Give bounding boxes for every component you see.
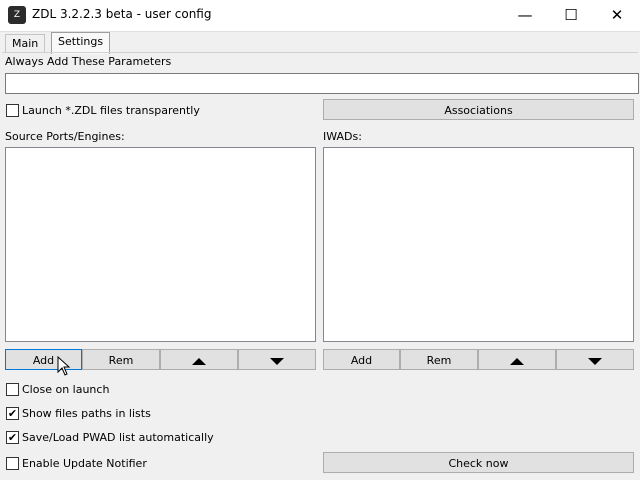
iwads-move-down-button[interactable]: [556, 349, 634, 370]
source-ports-label: Source Ports/Engines:: [5, 130, 125, 143]
iwads-rem-button[interactable]: Rem: [400, 349, 478, 370]
close-icon: ✕: [610, 6, 624, 24]
minimize-button[interactable]: —: [502, 0, 548, 31]
mouse-cursor-icon: [57, 356, 71, 376]
arrow-up-icon: [192, 357, 206, 365]
show-paths-checkbox[interactable]: ✔: [6, 407, 19, 420]
tab-main[interactable]: Main: [5, 34, 46, 53]
show-paths-label: Show files paths in lists: [22, 407, 151, 420]
zdl-app-icon: Z: [8, 6, 26, 24]
save-load-pwad-checkbox[interactable]: ✔: [6, 431, 19, 444]
save-load-pwad-label: Save/Load PWAD list automatically: [22, 431, 214, 444]
close-on-launch-label: Close on launch: [22, 383, 110, 396]
always-add-input[interactable]: [5, 73, 639, 94]
close-button[interactable]: ✕: [594, 0, 640, 31]
maximize-button[interactable]: ☐: [548, 0, 594, 31]
arrow-down-icon: [588, 357, 602, 365]
arrow-up-icon: [510, 357, 524, 365]
launch-transparent-checkbox[interactable]: [6, 104, 19, 117]
source-ports-rem-button[interactable]: Rem: [82, 349, 160, 370]
check-mark-icon: ✔: [7, 407, 18, 420]
maximize-icon: ☐: [564, 6, 578, 24]
tab-divider: [2, 52, 638, 53]
window-title: ZDL 3.2.2.3 beta - user config: [32, 7, 212, 21]
update-notifier-label: Enable Update Notifier: [22, 457, 147, 470]
launch-transparent-label: Launch *.ZDL files transparently: [22, 104, 200, 117]
update-notifier-checkbox[interactable]: [6, 457, 19, 470]
check-mark-icon: ✔: [7, 431, 18, 444]
iwads-move-up-button[interactable]: [478, 349, 556, 370]
source-ports-list[interactable]: [5, 147, 316, 342]
source-ports-move-up-button[interactable]: [160, 349, 238, 370]
check-now-button[interactable]: Check now: [323, 452, 634, 473]
iwads-add-button[interactable]: Add: [323, 349, 400, 370]
title-bar[interactable]: Z ZDL 3.2.2.3 beta - user config — ☐ ✕: [0, 0, 640, 32]
source-ports-move-down-button[interactable]: [238, 349, 316, 370]
tab-settings[interactable]: Settings: [51, 32, 111, 54]
iwads-list[interactable]: [323, 147, 634, 342]
always-add-label: Always Add These Parameters: [5, 55, 172, 68]
iwads-label: IWADs:: [323, 130, 362, 143]
associations-button[interactable]: Associations: [323, 99, 634, 120]
arrow-down-icon: [270, 357, 284, 365]
tab-strip: Main Settings: [0, 31, 640, 54]
close-on-launch-checkbox[interactable]: [6, 383, 19, 396]
minimize-icon: —: [517, 6, 533, 24]
